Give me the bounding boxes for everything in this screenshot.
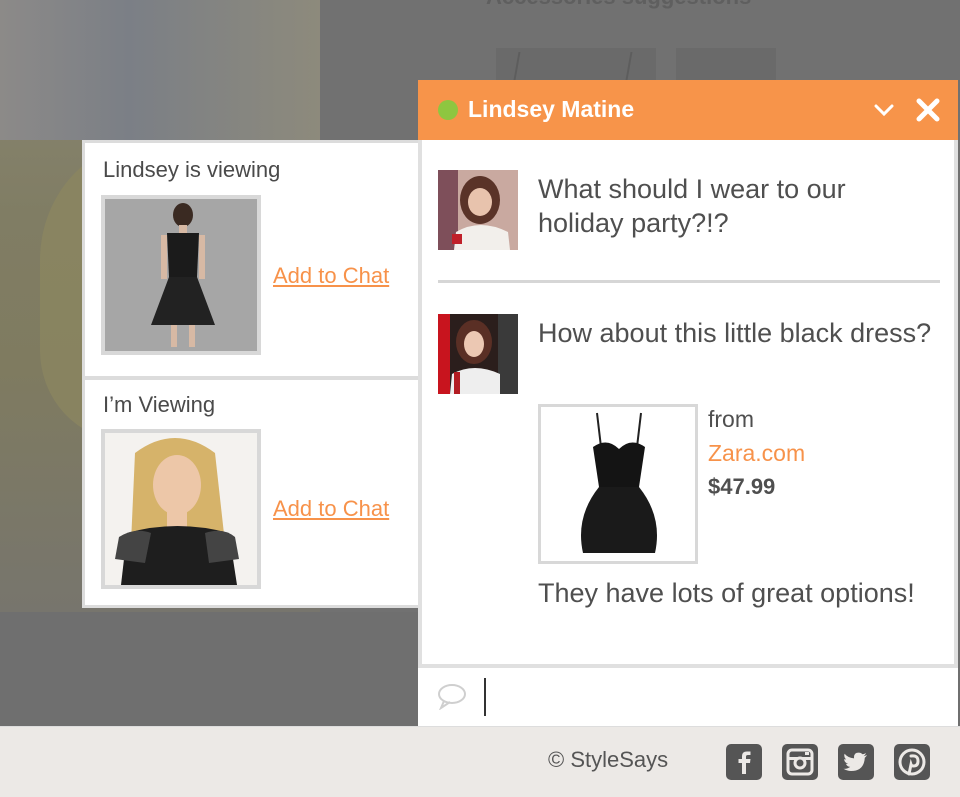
chat-message-input[interactable] [484,678,956,716]
pinterest-icon[interactable] [894,744,930,780]
my-viewing-product-image[interactable] [101,429,261,589]
accessories-heading: Accessories suggestions [486,0,751,10]
viewing-panel: Lindsey is viewing Add to Chat I’m Viewi… [82,140,418,608]
close-chat-button[interactable] [914,96,942,124]
footer: © StyleSays [0,726,960,797]
instagram-icon[interactable] [782,744,818,780]
chat-message-1: What should I wear to our holiday party?… [538,174,846,238]
chevron-down-icon [874,104,894,117]
copyright-text: © StyleSays [548,747,669,772]
lindsey-viewing-product-image[interactable] [101,195,261,355]
accessory-thumb-necklace [496,48,656,80]
online-status-icon [438,100,458,120]
product-from-label: from [708,406,754,432]
chat-message-3: They have lots of great options! [538,578,915,608]
minimize-chat-button[interactable] [870,96,898,124]
my-viewing-title: I’m Viewing [103,392,216,417]
lindsey-viewing-title: Lindsey is viewing [103,157,281,182]
chat-input-area [418,664,958,726]
speech-bubble-icon [436,682,468,715]
add-to-chat-link-me[interactable]: Add to Chat [273,496,389,522]
close-icon [916,98,940,122]
chat-message-2: How about this little black dress? [538,318,932,348]
twitter-icon[interactable] [838,744,874,780]
chat-contact-name: Lindsey Matine [468,96,635,122]
shared-product-image[interactable] [538,404,698,564]
my-viewing-section: I’m Viewing Add to Chat [85,376,418,612]
chat-window: Lindsey Matine What should I wear to our… [418,80,958,726]
product-store-link[interactable]: Zara.com [708,440,805,467]
avatar [438,170,518,250]
add-to-chat-link-lindsey[interactable]: Add to Chat [273,263,389,289]
facebook-icon[interactable] [726,744,762,780]
product-price: $47.99 [708,474,776,499]
message-divider [438,280,940,283]
avatar [438,314,518,394]
lindsey-viewing-section: Lindsey is viewing Add to Chat [85,143,418,375]
accessory-thumb-bracelet [676,48,776,80]
chat-header[interactable]: Lindsey Matine [418,80,958,140]
